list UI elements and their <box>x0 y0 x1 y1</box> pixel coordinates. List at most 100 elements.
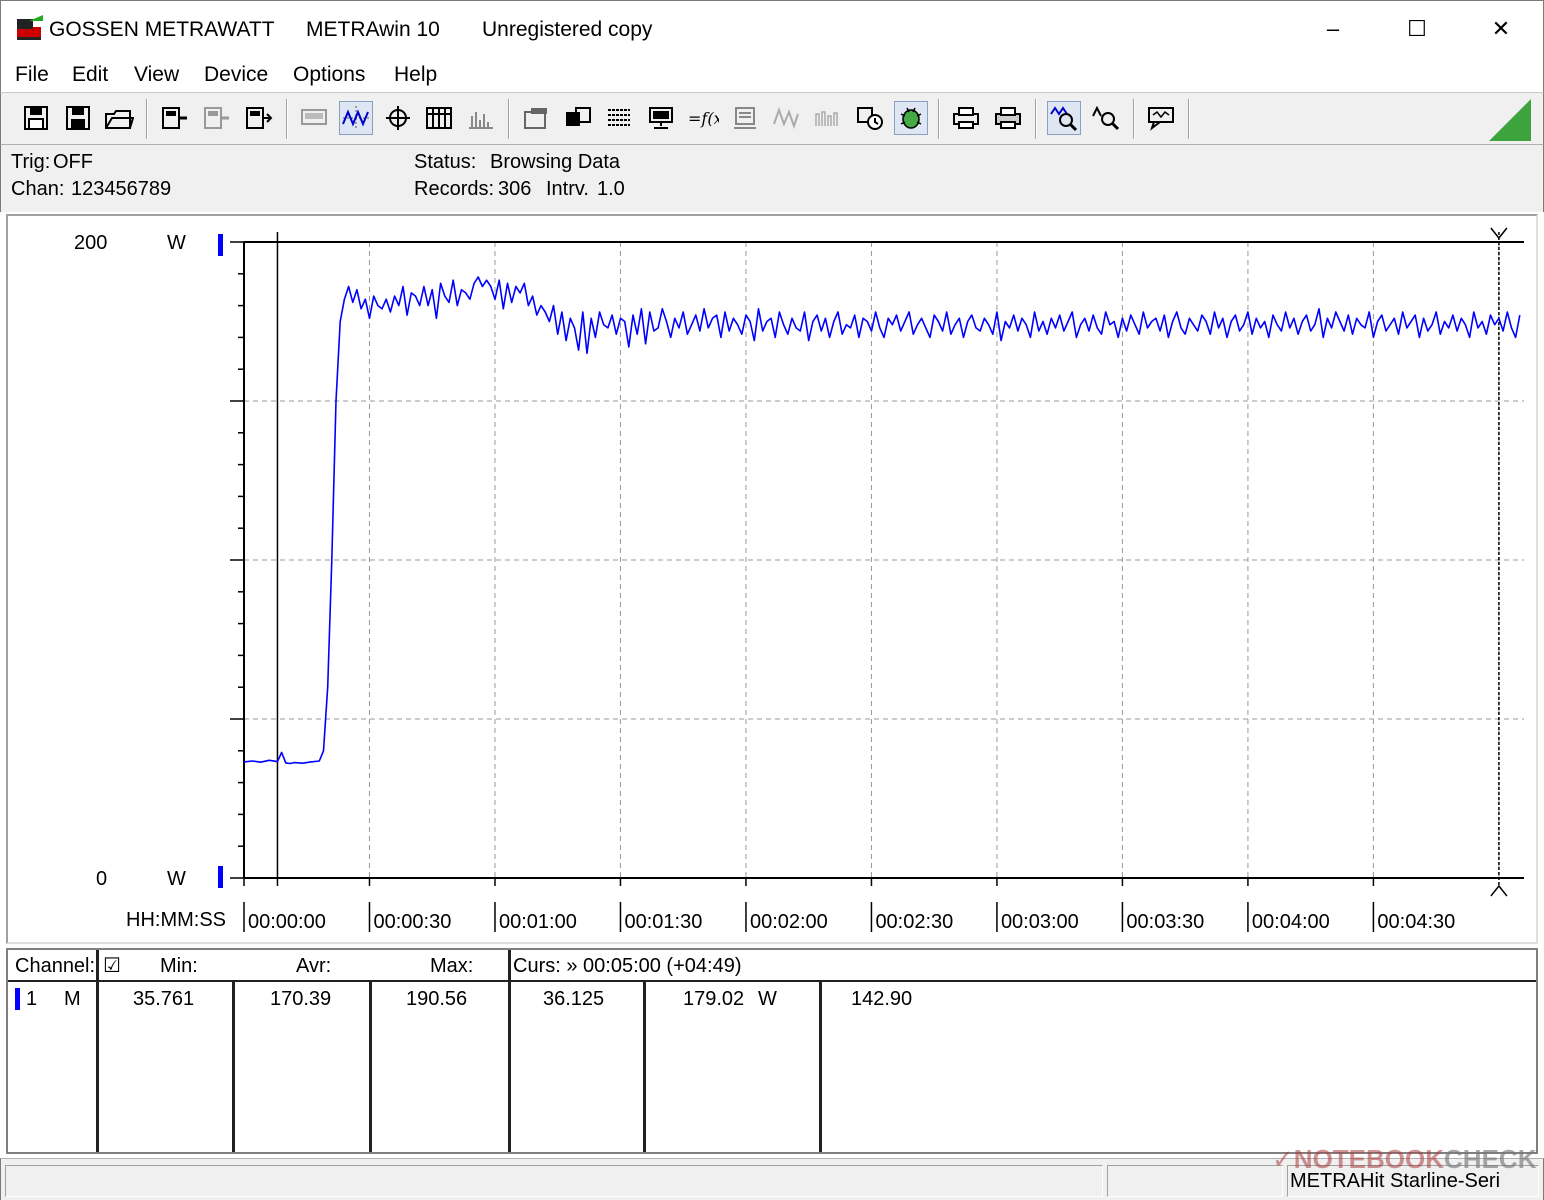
maximize-button[interactable]: ☐ <box>1375 1 1459 57</box>
bug-icon[interactable] <box>894 101 928 135</box>
x-tick-label: 00:04:00 <box>1252 911 1330 933</box>
col-max-header: Max: <box>430 955 474 977</box>
x-tick-label: 00:01:30 <box>624 911 702 933</box>
row-avr-value: 170.39 <box>270 988 332 1010</box>
col-min-header: Min: <box>160 955 198 977</box>
table-column-divider <box>819 980 822 1152</box>
comment-icon[interactable] <box>1144 101 1178 135</box>
x-tick-label: 00:02:00 <box>750 911 828 933</box>
app-icon <box>17 15 43 40</box>
watermark-check-icon: ✓ <box>1272 1144 1294 1174</box>
records-label: Records: <box>414 178 495 200</box>
x-tick-label: 00:00:30 <box>373 911 451 933</box>
y-unit-bottom: W <box>167 868 186 890</box>
y-min-label: 0 <box>96 868 108 890</box>
status-strip: Trig: OFF Chan: 123456789 Status: Browsi… <box>0 144 1544 212</box>
cursor-b-bottom-marker <box>1490 884 1508 897</box>
window-license: Unregistered copy <box>482 18 653 41</box>
row-channel-number: 1 <box>26 988 38 1010</box>
crosshair-icon[interactable] <box>381 101 415 135</box>
row-min-value: 35.761 <box>133 988 195 1010</box>
print-icon[interactable] <box>991 101 1025 135</box>
intrv-label: Intrv. <box>546 178 589 200</box>
trig-value: OFF <box>53 151 93 173</box>
x-tick-label: 00:04:30 <box>1377 911 1455 933</box>
menu-file[interactable]: File <box>15 63 49 87</box>
open-folder-icon[interactable] <box>102 101 136 135</box>
table-column-divider <box>96 950 99 1152</box>
y-axis-max-marker <box>218 234 223 256</box>
row-channel-mode: M <box>64 988 81 1010</box>
col-cursor-header: Curs: » 00:05:00 (+04:49) <box>513 955 742 977</box>
power-series-line <box>243 276 1521 765</box>
menu-device[interactable]: Device <box>204 63 268 87</box>
minimize-icon: – <box>1326 16 1340 41</box>
col-channel-header: Channel: <box>15 955 96 977</box>
intrv-value: 1.0 <box>597 178 625 200</box>
device-config-icon[interactable] <box>728 101 762 135</box>
menu-help[interactable]: Help <box>394 63 437 87</box>
table-column-divider <box>369 980 372 1152</box>
channel-table: Channel: ☑ Min: Avr: Max: Curs: » 00:05:… <box>6 948 1538 1154</box>
chan-value: 123456789 <box>71 178 172 200</box>
wave-disabled-icon[interactable] <box>769 101 803 135</box>
status-panel-main <box>5 1165 1103 1197</box>
chan-label: Chan: <box>11 178 65 200</box>
row-delta-value: 142.90 <box>851 988 913 1010</box>
menu-options[interactable]: Options <box>293 63 365 87</box>
minimize-button[interactable]: – <box>1291 1 1375 57</box>
close-button[interactable]: ✕ <box>1459 1 1543 57</box>
chart-panel[interactable]: 00:00:00 00:00:30 00:01:00 00:01:30 00:02:00… <box>6 214 1538 944</box>
table-view-icon[interactable] <box>422 101 456 135</box>
toolbar-separator <box>1035 99 1037 139</box>
y-unit-top: W <box>167 232 186 254</box>
data-list-icon[interactable] <box>602 101 636 135</box>
window-app-name: METRAwin 10 <box>306 18 440 41</box>
status-triangle-icon <box>1489 99 1531 141</box>
function-icon[interactable]: =f(x) <box>686 101 720 135</box>
scope-view-icon[interactable] <box>339 101 373 135</box>
x-tick-label: 00:01:00 <box>499 911 577 933</box>
histogram-icon[interactable] <box>464 101 498 135</box>
row-cursor-a-value: 36.125 <box>543 988 605 1010</box>
select-all-checkbox[interactable]: ☑ <box>103 953 121 978</box>
trigger-settings-icon[interactable] <box>853 101 887 135</box>
toolbar-separator <box>1188 99 1190 139</box>
x-tick-label: 00:00:00 <box>248 911 326 933</box>
table-column-divider <box>508 950 511 1152</box>
monitor-icon[interactable] <box>644 101 678 135</box>
window-brand: GOSSEN METRAWATT <box>49 18 275 41</box>
records-value: 306 <box>498 178 532 200</box>
zoom-wave-icon[interactable] <box>1047 101 1081 135</box>
menu-bar: File Edit View Device Options Help <box>0 58 1544 92</box>
print-preview-icon[interactable] <box>949 101 983 135</box>
display-disabled-icon[interactable] <box>297 101 331 135</box>
close-icon: ✕ <box>1491 16 1511 41</box>
y-axis-min-marker <box>218 866 223 888</box>
svg-text:=f(x): =f(x) <box>688 109 719 128</box>
wave-disabled-2-icon[interactable] <box>811 101 845 135</box>
channel-settings-icon[interactable] <box>519 101 553 135</box>
status-value: Browsing Data <box>490 151 621 173</box>
save-as-icon[interactable] <box>61 101 95 135</box>
save-icon[interactable] <box>19 101 53 135</box>
zoom-cursor-icon[interactable] <box>1089 101 1123 135</box>
toolbar-separator <box>508 99 510 139</box>
x-format-label: HH:MM:SS <box>126 909 226 931</box>
x-tick-label: 00:03:30 <box>1126 911 1204 933</box>
row-max-value: 190.56 <box>406 988 468 1010</box>
menu-edit[interactable]: Edit <box>72 63 108 87</box>
row-cursor-b-value: 179.02 <box>683 988 745 1010</box>
toolbar: =f(x) <box>0 92 1544 144</box>
multichannel-icon[interactable] <box>561 101 595 135</box>
menu-view[interactable]: View <box>134 63 179 87</box>
device-write-icon[interactable] <box>241 101 275 135</box>
power-chart[interactable]: 00:00:00 00:00:30 00:01:00 00:01:30 00:02:00… <box>8 216 1536 942</box>
status-label: Status: <box>414 151 477 173</box>
device-read-icon[interactable] <box>157 101 191 135</box>
watermark-suffix: CHECK <box>1444 1144 1537 1174</box>
device-disabled-icon[interactable] <box>199 101 233 135</box>
trig-label: Trig: <box>11 151 51 173</box>
x-tick-label: 00:03:00 <box>1001 911 1079 933</box>
x-tick-label: 00:02:30 <box>875 911 953 933</box>
